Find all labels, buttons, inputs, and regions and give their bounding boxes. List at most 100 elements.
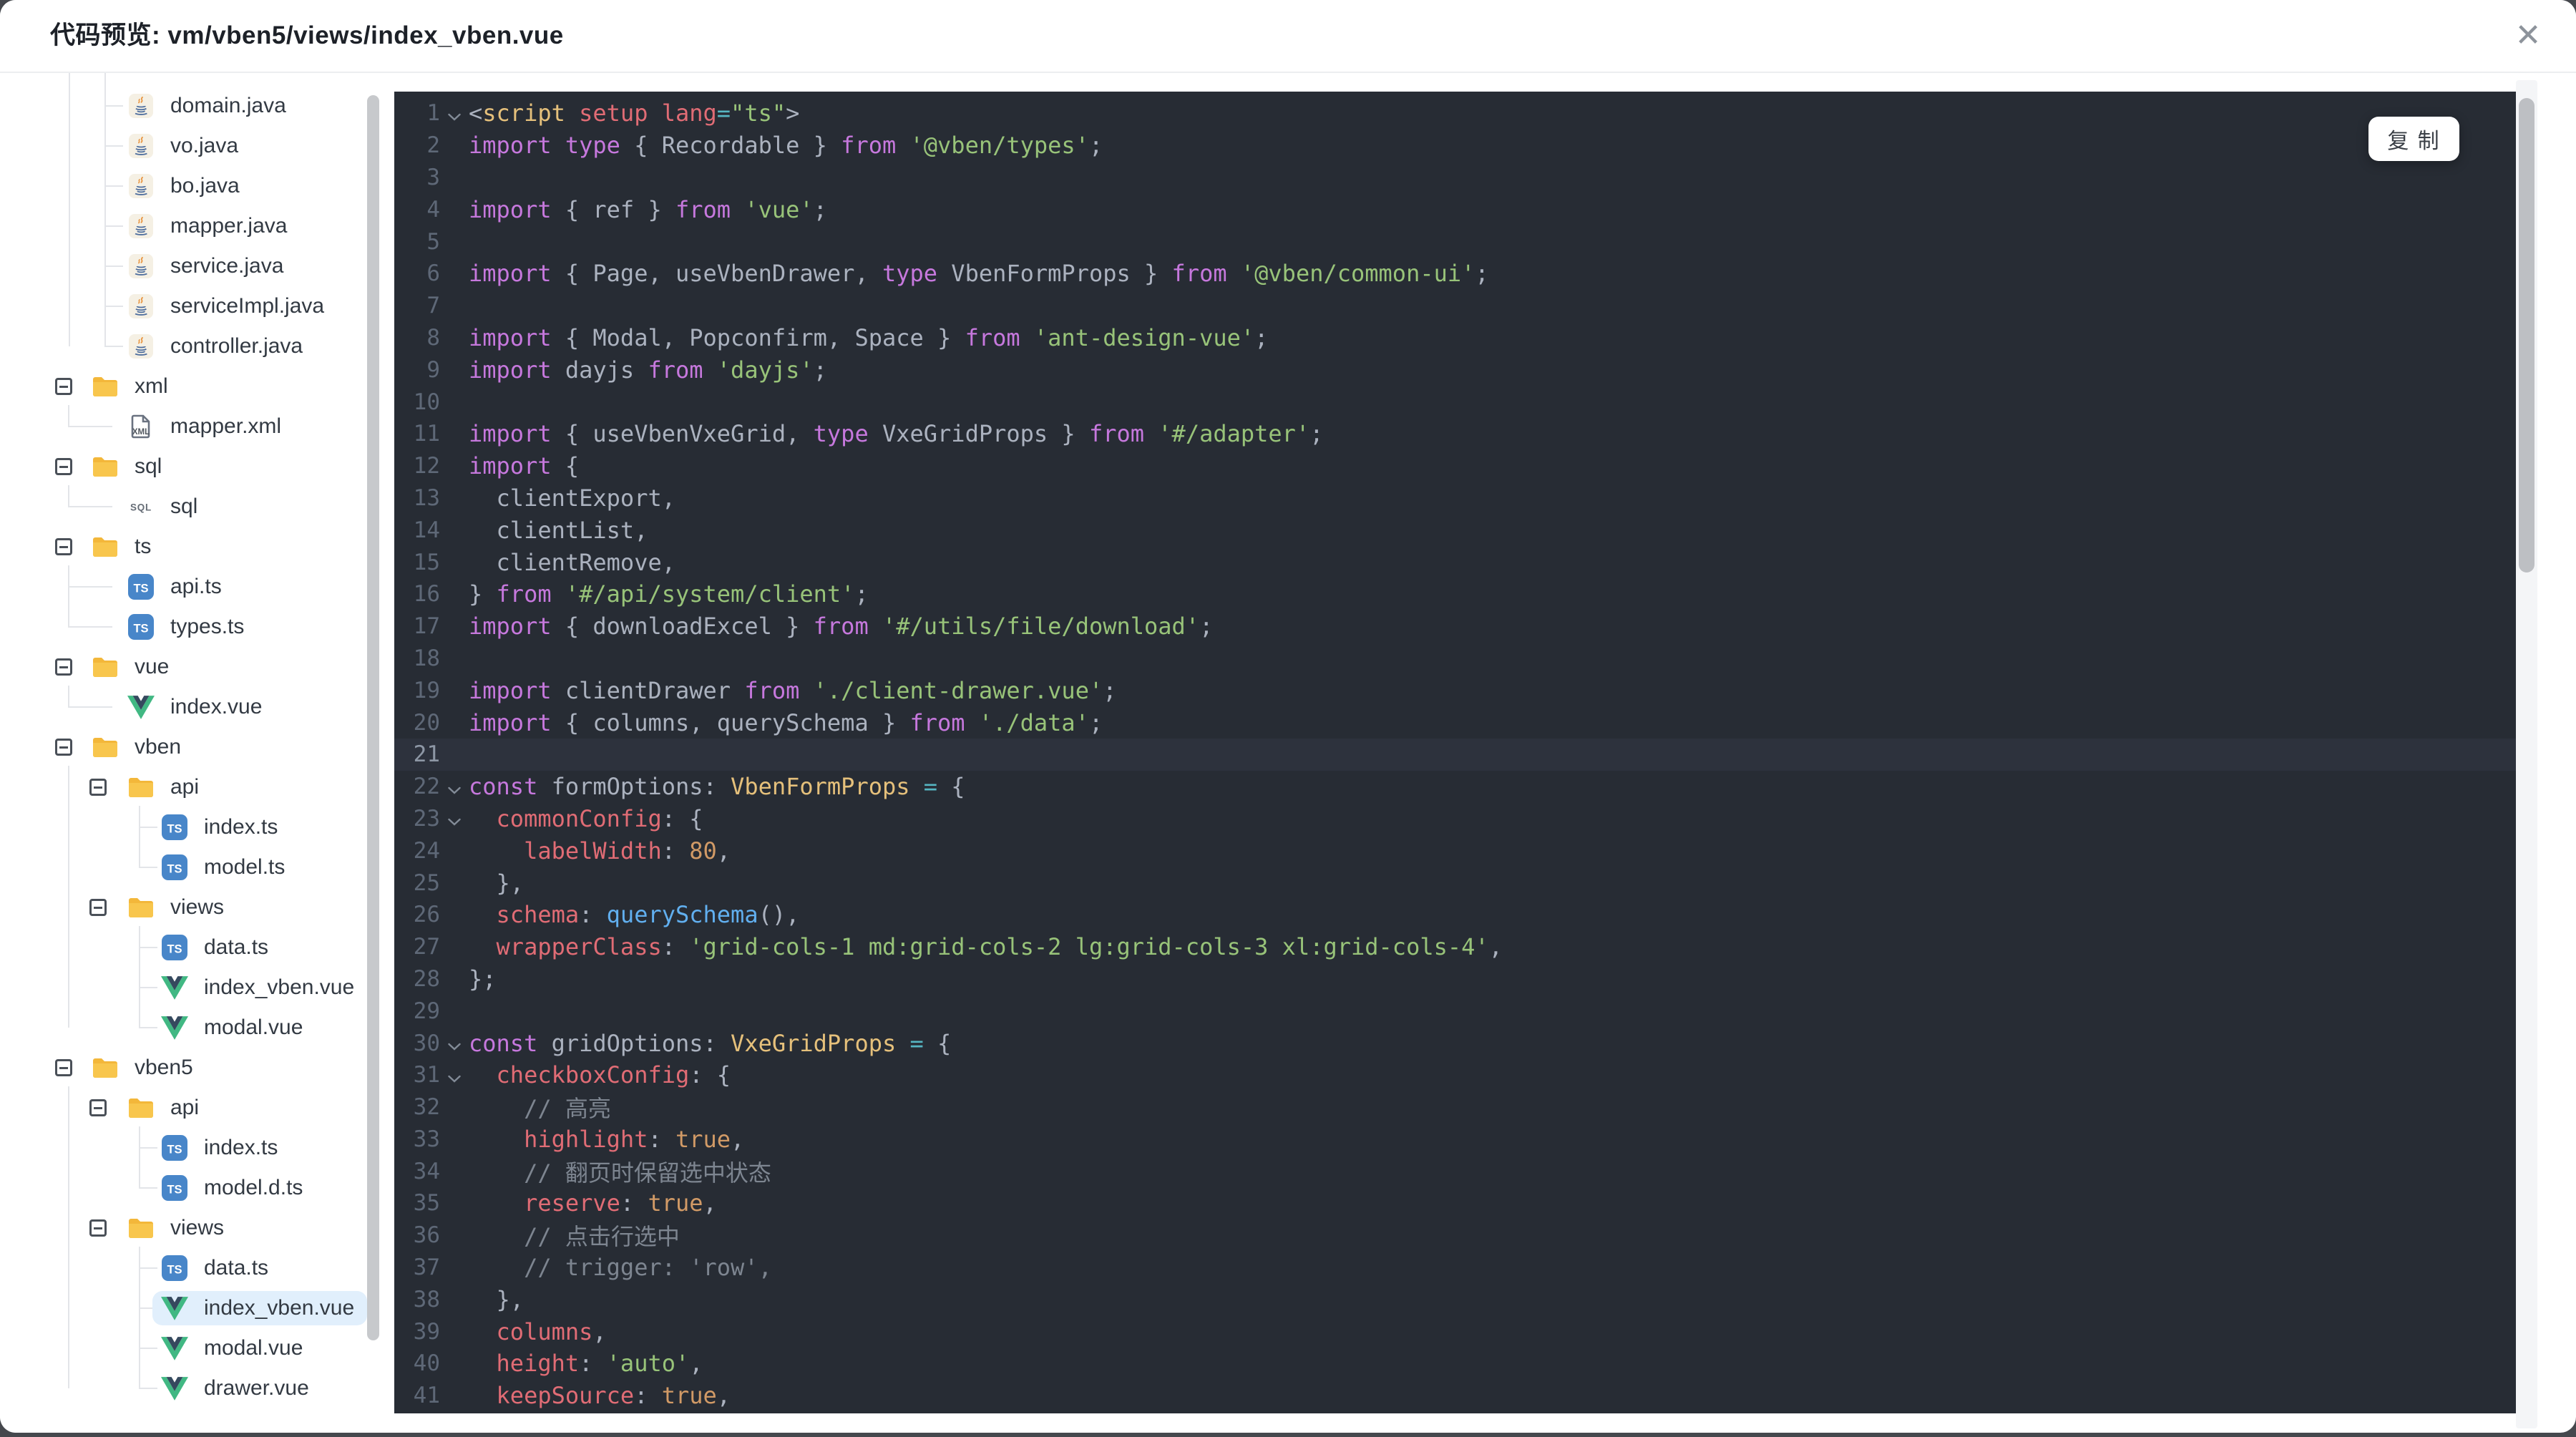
tree-item-views[interactable]: views <box>119 1211 237 1245</box>
tree-item-modal-vue[interactable]: modal.vue <box>152 1331 316 1365</box>
line-number: 5 <box>426 228 440 255</box>
tree-item-bo-java[interactable]: bo.java <box>119 169 253 203</box>
tree-row: bo.java <box>0 166 394 206</box>
folder-icon <box>127 1214 155 1242</box>
tree-item-vben[interactable]: vben <box>83 730 194 764</box>
tree-row: drawer.vue <box>0 1368 394 1408</box>
line-number: 29 <box>413 998 440 1024</box>
code-line: 30 const gridOptions: VxeGridProps = { <box>394 1027 2516 1059</box>
tree-item-index-vue[interactable]: index.vue <box>119 690 275 724</box>
fold-gutter <box>440 847 469 854</box>
code-text: keepSource: true, <box>496 1382 731 1410</box>
tree-item-vben5[interactable]: vben5 <box>83 1051 206 1085</box>
tree-scrollbar[interactable] <box>367 95 379 1340</box>
tree-item-api[interactable]: api <box>119 1091 212 1125</box>
tree-item-index-ts[interactable]: TS index.ts <box>152 1131 291 1165</box>
tree-item-ts[interactable]: ts <box>83 530 164 564</box>
tree-row: SQL sql <box>0 487 394 527</box>
ts-file-icon: TS <box>162 1135 187 1161</box>
tree-item-views[interactable]: views <box>119 890 237 925</box>
close-button[interactable]: ✕ <box>2503 0 2553 72</box>
fold-gutter <box>440 334 469 341</box>
tree-row: views <box>0 887 394 927</box>
java-file-icon <box>129 334 153 359</box>
code-text: import { Modal, Popconfirm, Space } from… <box>469 323 1269 351</box>
tree-item-drawer-vue[interactable]: drawer.vue <box>152 1371 322 1406</box>
fold-toggle[interactable] <box>440 779 469 795</box>
svg-text:TS: TS <box>167 1184 182 1197</box>
tree-item-label: modal.vue <box>204 1336 303 1360</box>
tree-item-types-ts[interactable]: TS types.ts <box>119 610 257 644</box>
tree-item-api-ts[interactable]: TS api.ts <box>119 570 235 604</box>
line-number: 21 <box>413 741 440 768</box>
tree-item-service-java[interactable]: service.java <box>119 249 296 283</box>
line-number: 18 <box>413 645 440 671</box>
expand-toggle[interactable] <box>55 658 72 676</box>
fold-gutter <box>440 238 469 245</box>
code-line: 28}; <box>394 963 2516 995</box>
expand-toggle[interactable] <box>89 779 107 796</box>
svg-text:XML: XML <box>132 428 150 437</box>
tree-item-mapper-xml[interactable]: XML mapper.xml <box>119 409 294 444</box>
tree-item-label: sql <box>135 454 162 478</box>
tree-item-data-ts[interactable]: TS data.ts <box>152 1251 281 1285</box>
code-text: clientList, <box>469 516 648 544</box>
fold-gutter <box>440 1168 469 1175</box>
fold-toggle[interactable] <box>440 1067 469 1083</box>
tree-item-index-ts[interactable]: TS index.ts <box>152 810 291 844</box>
tree-item-model-ts[interactable]: TS model.ts <box>152 850 298 885</box>
tree-item-modal-vue[interactable]: modal.vue <box>152 1010 316 1045</box>
code-line: 33 highlight: true, <box>394 1124 2516 1156</box>
fold-gutter <box>440 1136 469 1143</box>
vue-icon <box>161 1335 188 1362</box>
code-line: 37 // trigger: 'row', <box>394 1252 2516 1284</box>
tree-item-sql[interactable]: sql <box>83 449 175 484</box>
fold-toggle[interactable] <box>440 810 469 827</box>
expand-toggle[interactable] <box>89 1219 107 1237</box>
copy-button[interactable]: 复 制 <box>2368 117 2459 161</box>
code-text: schema: querySchema(), <box>496 901 800 929</box>
tree-item-label: mapper.java <box>170 214 288 238</box>
tree-item-index-vben-vue[interactable]: index_vben.vue <box>152 970 367 1005</box>
fold-gutter <box>440 270 469 277</box>
expand-toggle[interactable] <box>89 899 107 916</box>
tree-item-sql[interactable]: SQL sql <box>119 489 210 524</box>
tree-item-mapper-java[interactable]: mapper.java <box>119 209 300 243</box>
code-text: // 翻页时保留选中状态 <box>524 1159 771 1187</box>
tree-item-label: bo.java <box>170 174 240 198</box>
tree-item-vue[interactable]: vue <box>83 650 182 684</box>
fold-toggle[interactable] <box>440 105 469 122</box>
java-icon <box>127 132 155 160</box>
tree-item-vo-java[interactable]: vo.java <box>119 129 251 163</box>
vue-file-icon <box>161 1296 188 1320</box>
tree-item-serviceimpl-java[interactable]: serviceImpl.java <box>119 289 337 323</box>
expand-toggle[interactable] <box>55 378 72 395</box>
expand-toggle[interactable] <box>55 458 72 475</box>
fold-gutter <box>440 880 469 887</box>
fold-toggle[interactable] <box>440 1035 469 1051</box>
code-line: 19 import clientDrawer from './client-dra… <box>394 674 2516 706</box>
expand-toggle[interactable] <box>55 739 72 756</box>
folder-icon <box>93 1058 117 1078</box>
tree-item-model-d-ts[interactable]: TS model.d.ts <box>152 1171 316 1205</box>
line-number: 14 <box>413 517 440 543</box>
tree-item-label: api <box>170 1096 200 1119</box>
tree-row: vo.java <box>0 126 394 166</box>
tree-item-data-ts[interactable]: TS data.ts <box>152 930 281 965</box>
tree-item-controller-java[interactable]: controller.java <box>119 329 316 364</box>
java-file-icon <box>129 254 153 278</box>
fold-gutter <box>440 142 469 149</box>
tree-item-xml[interactable]: xml <box>83 369 181 404</box>
tree-item-domain-java[interactable]: domain.java <box>119 89 299 123</box>
expand-toggle[interactable] <box>55 538 72 555</box>
vue-file-icon <box>127 695 155 719</box>
expand-toggle[interactable] <box>89 1099 107 1116</box>
tree-item-api[interactable]: api <box>119 770 212 804</box>
line-number: 37 <box>413 1255 440 1281</box>
line-number: 34 <box>413 1158 440 1184</box>
tree-item-index-vben-vue[interactable]: index_vben.vue <box>152 1291 368 1325</box>
editor-scrollbar-thumb[interactable] <box>2519 98 2534 573</box>
expand-toggle[interactable] <box>55 1059 72 1076</box>
code-text: <script setup lang="ts"> <box>469 99 800 127</box>
tree-item-label: mapper.xml <box>170 414 282 438</box>
